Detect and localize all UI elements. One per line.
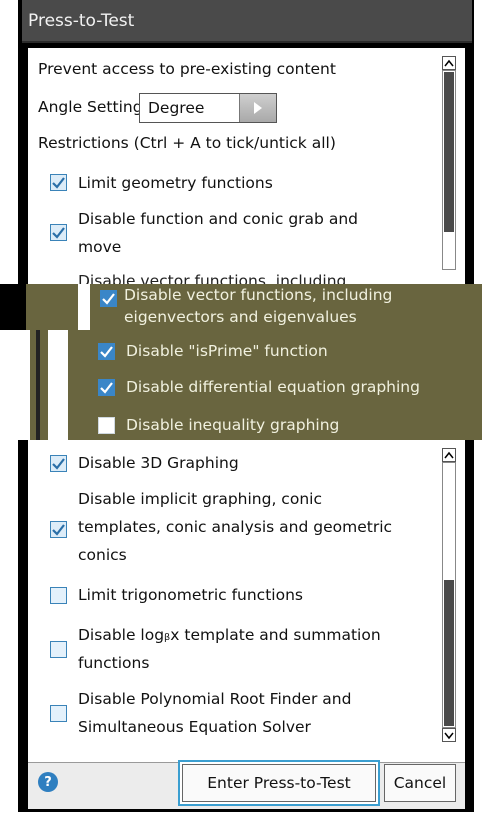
restriction-limit-geometry[interactable]: Limit geometry functions (48, 170, 428, 196)
restriction-label-line2: move (78, 238, 122, 256)
overlay-white-strip-3 (78, 284, 90, 330)
restriction-disable-3d[interactable]: Disable 3D Graphing (48, 452, 428, 478)
checkbox[interactable] (100, 290, 117, 307)
triangle-right-icon (254, 102, 262, 114)
scroll-up-button[interactable] (442, 56, 456, 70)
dialog-title: Press-to-Test (22, 0, 472, 43)
restriction-disable-polyroot[interactable]: Disable Polynomial Root Finder and Simul… (48, 688, 428, 740)
scrollbar-thumb-lower[interactable] (444, 580, 454, 726)
overlay-item-vector[interactable]: Disable vector functions, including eige… (98, 284, 468, 330)
overlay-item-label: Disable vector functions, including (124, 286, 393, 304)
checkmark-icon (102, 293, 115, 305)
restriction-limit-trig[interactable]: Limit trigonometric functions (48, 584, 428, 610)
checkmark-icon (52, 524, 65, 536)
restriction-label-line2: Simultaneous Equation Solver (78, 718, 311, 736)
overlay-item-inequality[interactable]: Disable inequality graphing (98, 414, 468, 438)
restriction-disable-implicit[interactable]: Disable implicit graphing, conic templat… (48, 490, 428, 570)
restriction-disable-grab[interactable]: Disable function and conic grab and move (48, 208, 428, 260)
cancel-button[interactable]: Cancel (384, 764, 456, 802)
restriction-label: Limit trigonometric functions (78, 586, 303, 604)
restriction-label-line2: templates, conic analysis and geometric (78, 518, 393, 536)
help-icon[interactable]: ? (38, 772, 58, 792)
overlay-item-label: Disable "isPrime" function (126, 342, 328, 360)
restriction-label: Disable function and conic grab and (78, 210, 358, 228)
angle-dropdown-button[interactable] (239, 94, 276, 122)
restriction-label: Disable implicit graphing, conic (78, 490, 322, 508)
checkbox[interactable] (50, 641, 67, 658)
overlay-white-strip-2 (48, 330, 68, 440)
scroll-down-button[interactable] (442, 728, 456, 742)
restriction-label-line2: functions (78, 654, 150, 672)
overlay-item-label-line2: eigenvectors and eigenvalues (124, 308, 357, 326)
overlay-item-isprime[interactable]: Disable "isPrime" function (98, 340, 468, 364)
angle-setting-value: Degree (148, 99, 205, 117)
checkbox[interactable] (50, 587, 67, 604)
angle-setting-select[interactable]: Degree (139, 93, 277, 123)
checkmark-icon (52, 458, 65, 470)
overlay-item-diffeq[interactable]: Disable differential equation graphing (98, 376, 468, 400)
restriction-disable-logbx[interactable]: Disable logᵦx template and summation fun… (48, 624, 428, 676)
chevron-down-icon (444, 732, 454, 740)
restriction-label: Disable logᵦx template and summation (78, 626, 381, 644)
overlay-item-label: Disable differential equation graphing (126, 378, 420, 396)
enter-press-to-test-button[interactable]: Enter Press-to-Test (182, 764, 376, 802)
checkmark-icon (100, 346, 113, 358)
prevent-access-label: Prevent access to pre-existing content (38, 60, 336, 78)
restriction-label: Limit geometry functions (78, 174, 273, 192)
overlay-item-label: Disable inequality graphing (126, 416, 340, 434)
angle-setting-label: Angle Setting: (38, 98, 148, 116)
chevron-up-icon (444, 59, 454, 67)
checkbox[interactable] (50, 224, 67, 241)
chevron-up-icon (444, 451, 454, 459)
scrollbar-thumb-upper[interactable] (444, 72, 454, 232)
overlay-white-strip (0, 330, 30, 440)
checkbox[interactable] (98, 343, 115, 360)
checkbox[interactable] (98, 379, 115, 396)
restriction-label: Disable Polynomial Root Finder and (78, 690, 352, 708)
checkbox[interactable] (50, 705, 67, 722)
checkbox[interactable] (98, 417, 115, 434)
scroll-up-button-lower[interactable] (442, 448, 456, 462)
checkmark-icon (100, 382, 113, 394)
restrictions-label: Restrictions (Ctrl + A to tick/untick al… (38, 134, 336, 152)
checkbox[interactable] (50, 174, 67, 191)
restriction-label-line3: conics (78, 546, 127, 564)
checkmark-icon (52, 227, 65, 239)
restriction-label: Disable 3D Graphing (78, 454, 239, 472)
checkmark-icon (52, 177, 65, 189)
checkbox[interactable] (50, 455, 67, 472)
checkbox[interactable] (50, 521, 67, 538)
overlay-divider (36, 330, 40, 440)
